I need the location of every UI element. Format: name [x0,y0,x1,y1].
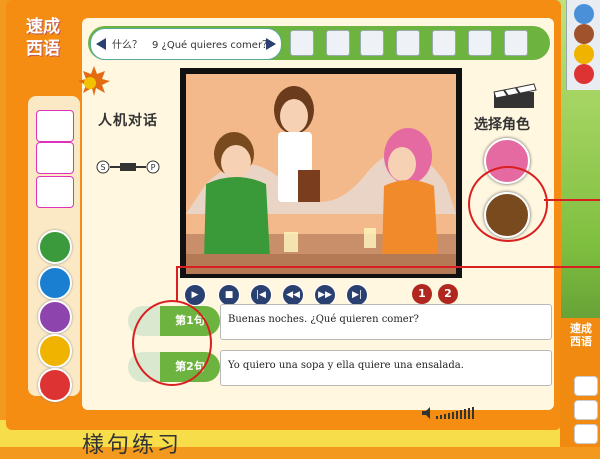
speaker-icon [422,407,430,419]
document-icon[interactable] [326,30,350,56]
ab-toggle[interactable]: S P [96,160,160,174]
callout-line [176,266,600,268]
font-smaller-icon[interactable] [432,30,456,56]
edit-icon[interactable] [504,30,528,56]
volume-bar[interactable] [422,407,488,419]
tools-icon[interactable] [574,24,594,44]
mini-app-title: 速成 西语 [570,322,592,348]
dialogue-text-1: Buenas noches. ¿Qué quieren comer? [228,314,419,325]
help-icon[interactable] [574,44,594,64]
stop-button[interactable]: ■ [218,284,240,306]
dialogue-text-2: Yo quiero una sopa y ella quiere una ens… [228,360,464,371]
globe-icon[interactable] [574,4,594,24]
power-icon[interactable] [38,368,72,402]
line-2-button[interactable]: 2 [438,284,458,304]
write-icon[interactable] [36,142,74,174]
mode-label: 人机对话 [98,113,158,129]
font-larger-icon[interactable] [396,30,420,56]
previous-button[interactable]: |◀ [250,284,272,306]
people-icon[interactable] [36,176,74,208]
forward-arrow-icon[interactable] [266,38,276,50]
help-icon[interactable] [38,334,72,368]
bottle-icon[interactable] [38,230,72,264]
notes-icon[interactable] [360,30,384,56]
role-select-label: 选择角色 [474,117,530,133]
power-icon[interactable] [574,64,594,84]
highlight-circle-role [468,166,548,242]
callout-line [544,199,600,201]
forward-button[interactable]: ▶▶ [314,284,336,306]
app-title: 速成 西语 [26,17,60,59]
line-1-button[interactable]: 1 [412,284,432,304]
camera-icon[interactable] [38,266,72,300]
audio-wave-icon[interactable] [36,110,74,142]
section-title: 様句练习 [82,433,183,458]
breadcrumb: 什么？ 9 ¿Qué quieres comer？ [112,40,273,51]
ab-left-label: S [100,163,105,172]
ab-right-label: P [151,163,156,172]
next-button[interactable]: ▶| [346,284,368,306]
back-arrow-icon[interactable] [96,38,106,50]
rewind-button[interactable]: ◀◀ [282,284,304,306]
highlight-circle-lines [132,300,212,386]
check-icon[interactable] [468,30,492,56]
dialogue-illustration [186,74,456,274]
tools-icon[interactable] [38,300,72,334]
video-scene [186,74,456,274]
clapperboard-icon [493,83,537,108]
mini-audio-icon[interactable] [574,376,598,396]
mini-write-icon[interactable] [574,400,598,420]
mini-people-icon[interactable] [574,424,598,444]
film-icon[interactable] [290,30,314,56]
maple-leaf-icon [78,66,110,96]
callout-line [176,266,178,302]
external-toolbar [566,0,600,90]
